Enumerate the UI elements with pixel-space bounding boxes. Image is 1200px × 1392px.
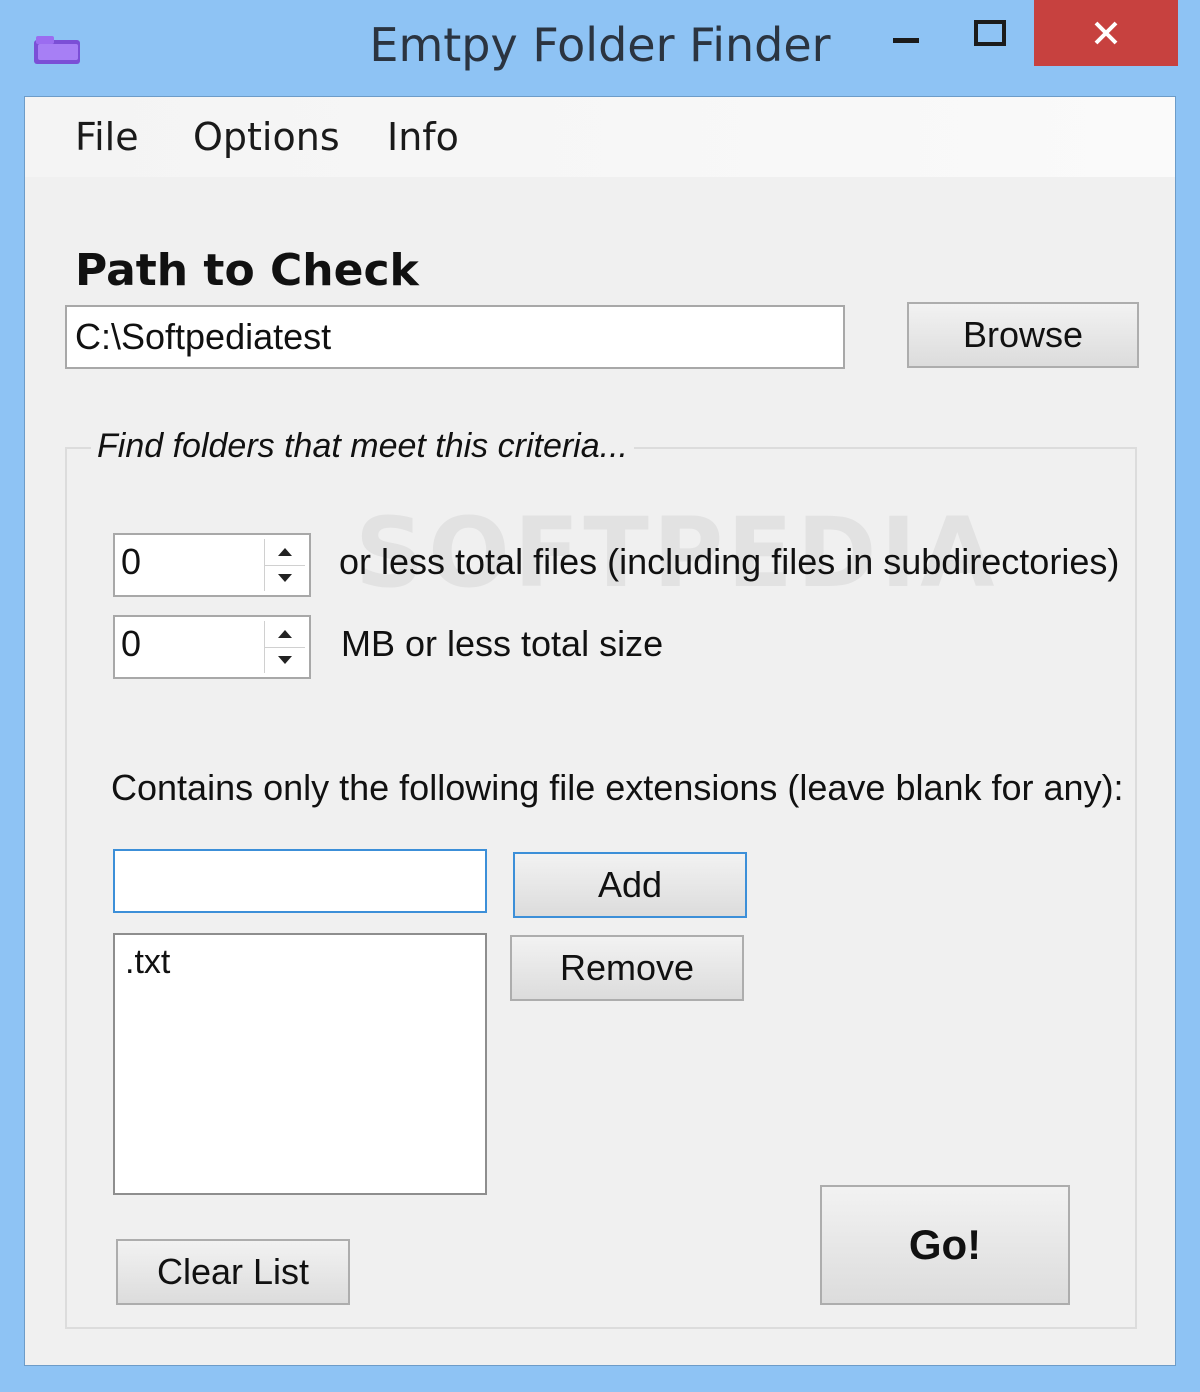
remove-button[interactable]: Remove [510, 935, 744, 1001]
files-spin-up[interactable] [265, 539, 305, 566]
title-bar[interactable]: Emtpy Folder Finder [0, 0, 1200, 96]
chevron-up-icon [278, 630, 292, 638]
menu-file[interactable]: File [75, 115, 139, 159]
menu-options[interactable]: Options [193, 115, 340, 159]
extensions-label: Contains only the following file extensi… [111, 767, 1124, 808]
maximize-button[interactable] [952, 0, 1028, 66]
size-mb-spinner[interactable]: 0 [113, 615, 311, 679]
minimize-button[interactable] [868, 0, 944, 66]
size-spin-buttons [264, 621, 305, 673]
size-mb-label: MB or less total size [341, 623, 664, 664]
extension-input[interactable] [113, 849, 487, 913]
size-mb-value[interactable]: 0 [121, 623, 141, 665]
go-button[interactable]: Go! [820, 1185, 1070, 1305]
browse-button[interactable]: Browse [907, 302, 1139, 368]
list-item[interactable]: .txt [125, 943, 170, 982]
extensions-listbox[interactable]: .txt [113, 933, 487, 1195]
path-label: Path to Check [75, 245, 419, 296]
path-input[interactable] [65, 305, 845, 369]
add-button[interactable]: Add [513, 852, 747, 918]
files-spin-buttons [264, 539, 305, 591]
files-count-value[interactable]: 0 [121, 541, 141, 583]
files-count-label: or less total files (including files in … [339, 541, 1120, 582]
criteria-legend: Find folders that meet this criteria... [91, 427, 634, 466]
close-button[interactable] [1034, 0, 1178, 66]
menu-bar: File Options Info [25, 97, 1175, 177]
size-spin-up[interactable] [265, 621, 305, 648]
chevron-down-icon [278, 656, 292, 664]
chevron-up-icon [278, 548, 292, 556]
files-spin-down[interactable] [265, 565, 305, 591]
size-spin-down[interactable] [265, 647, 305, 673]
clear-list-button[interactable]: Clear List [116, 1239, 350, 1305]
app-window: Emtpy Folder Finder File Options Info Pa… [0, 0, 1200, 1392]
client-area: File Options Info Path to Check Browse F… [24, 96, 1176, 1366]
menu-info[interactable]: Info [387, 115, 459, 159]
maximize-icon [974, 20, 1006, 46]
close-icon [1094, 21, 1118, 45]
files-count-spinner[interactable]: 0 [113, 533, 311, 597]
chevron-down-icon [278, 574, 292, 582]
minimize-icon [893, 38, 919, 43]
